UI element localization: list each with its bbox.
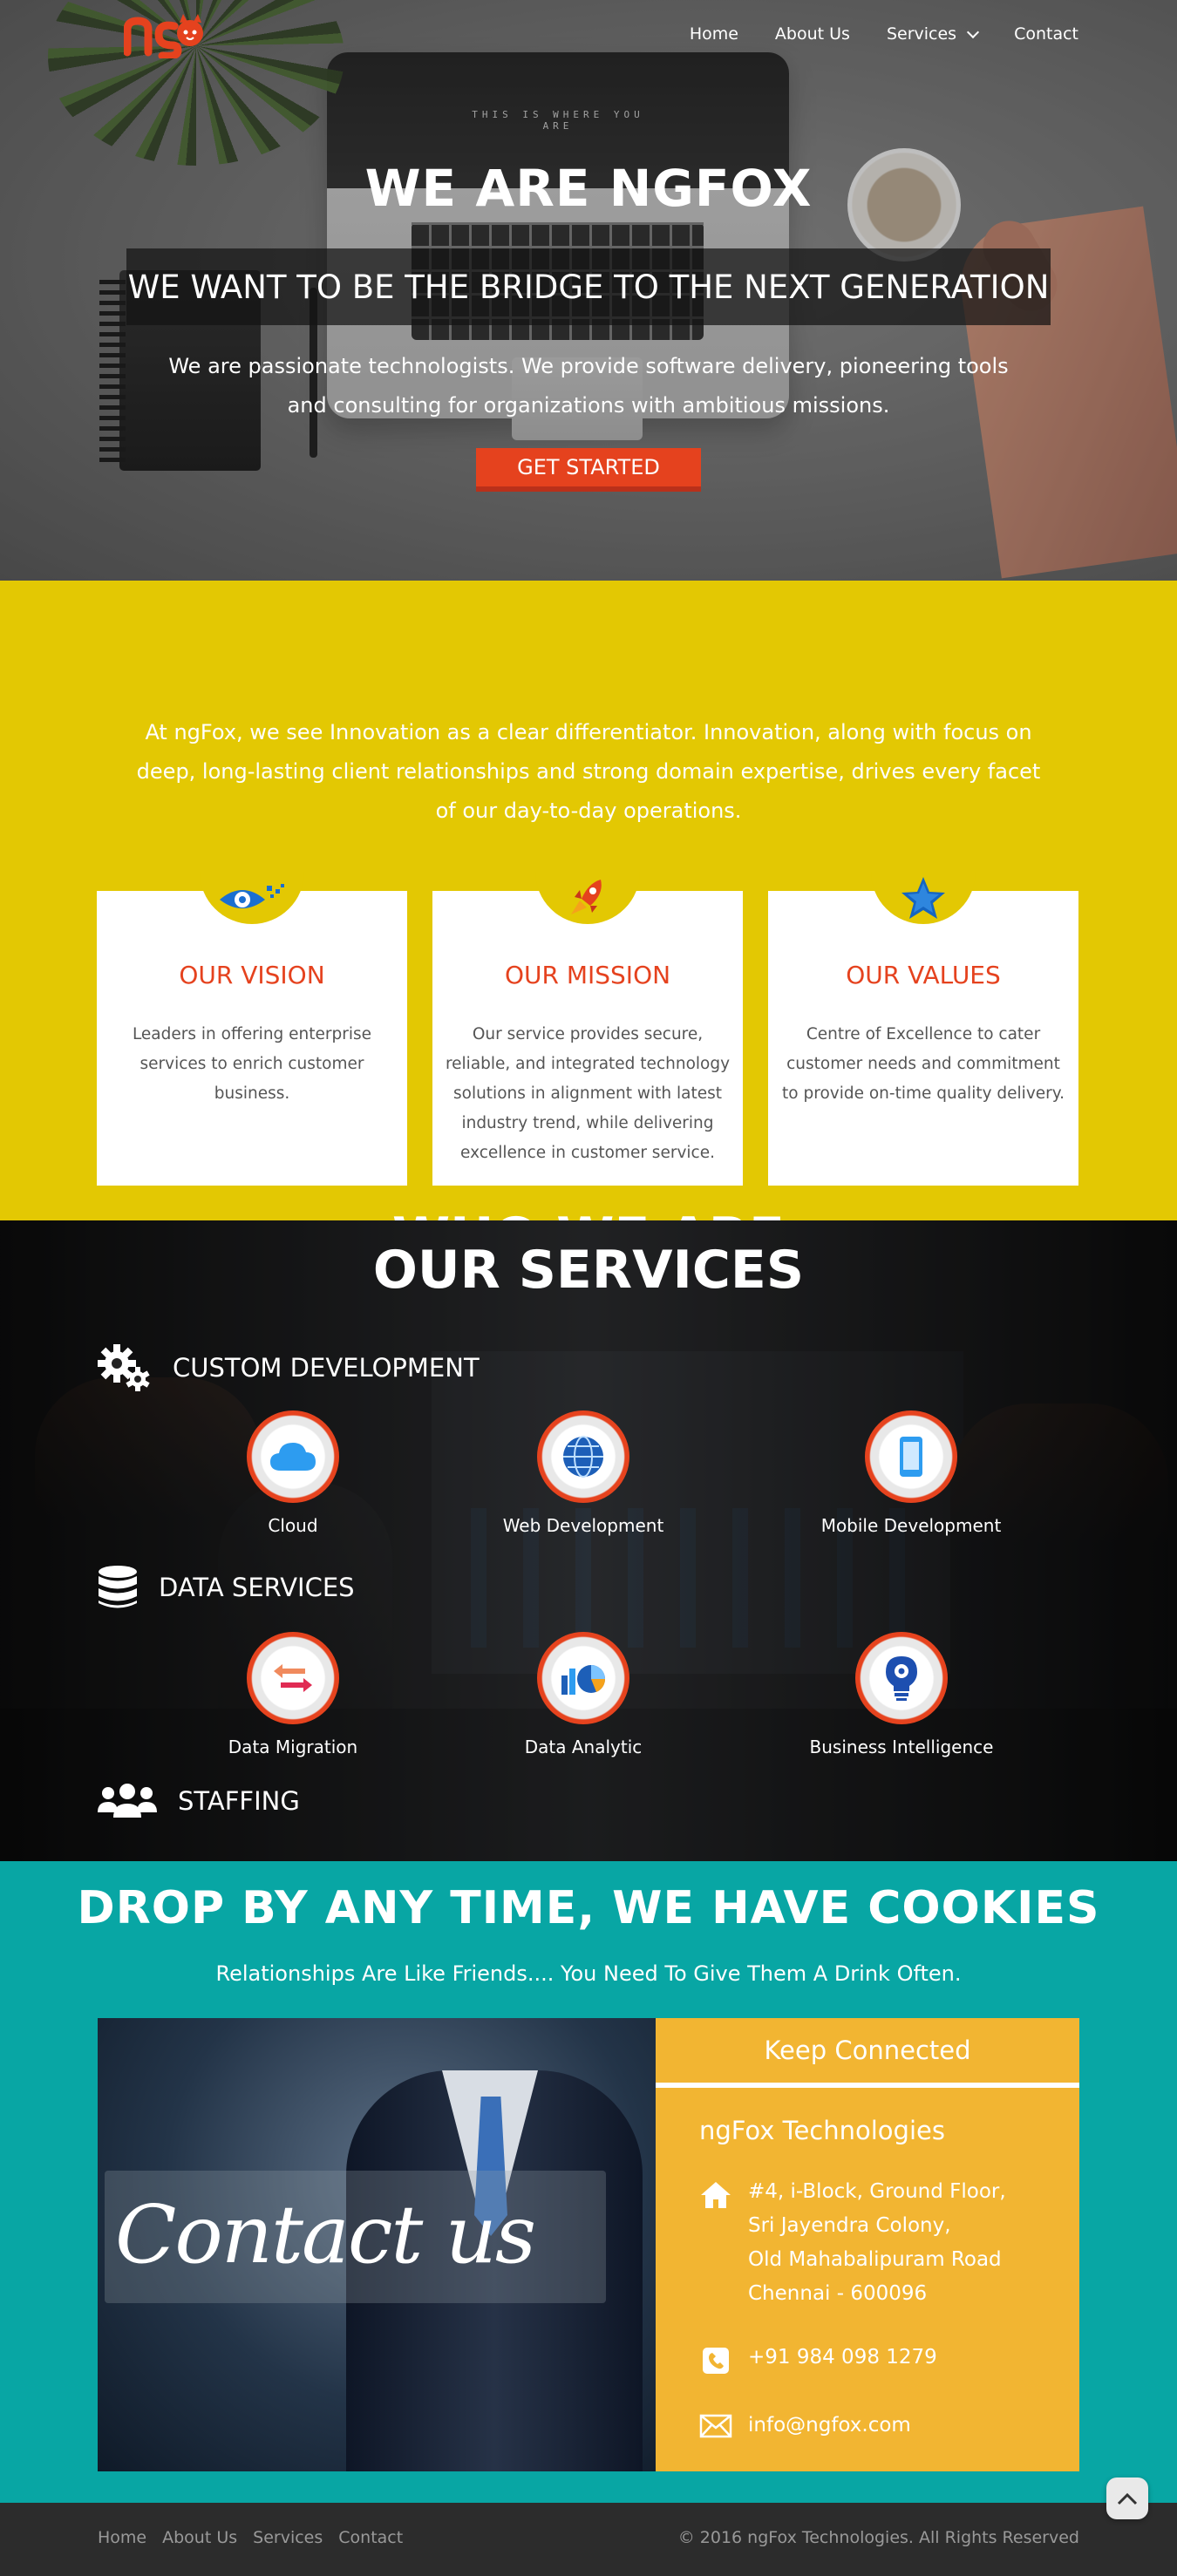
cloud-label: Cloud <box>268 1515 318 1536</box>
nav-services-label: Services <box>886 24 957 44</box>
service-business-intelligence[interactable]: Business Intelligence <box>797 1632 1006 1757</box>
star-icon <box>901 877 945 919</box>
eye-icon <box>220 884 284 908</box>
vision-card: OUR VISION Leaders in offering enterpris… <box>97 872 407 1186</box>
service-data-analytic[interactable]: Data Analytic <box>479 1632 688 1757</box>
company-name: ngFox Technologies <box>699 2116 945 2145</box>
hero-title: WE ARE NGFOX <box>364 159 813 218</box>
main-nav: Home About Us Services Contact <box>690 24 1078 44</box>
migration-arrows-icon <box>274 1664 312 1692</box>
address-line: Sri Jayendra Colony, <box>748 2214 951 2237</box>
nav-about-us[interactable]: About Us <box>775 24 850 44</box>
address-line: Chennai - 600096 <box>748 2282 928 2305</box>
hero-section: THIS IS WHERE YOU ARE Home About Us Serv… <box>0 0 1177 581</box>
address-text: #4, i-Block, Ground Floor, Sri Jayendra … <box>748 2175 1006 2311</box>
ngfox-logo[interactable] <box>124 10 215 58</box>
mobile-icon <box>900 1437 922 1477</box>
nav-home[interactable]: Home <box>690 24 738 44</box>
footer-nav: Home About Us Services Contact <box>98 2528 403 2547</box>
contact-section: DROP BY ANY TIME, WE HAVE COOKIES Relati… <box>0 1861 1177 2503</box>
address-row: #4, i-Block, Ground Floor, Sri Jayendra … <box>699 2175 1006 2311</box>
vision-title: OUR VISION <box>179 961 325 989</box>
phone-number[interactable]: +91 984 098 1279 <box>748 2341 937 2375</box>
service-data-migration[interactable]: Data Migration <box>188 1632 398 1757</box>
mobile-development-label: Mobile Development <box>820 1515 1002 1536</box>
mission-title: OUR MISSION <box>504 961 671 989</box>
footer: Home About Us Services Contact © 2016 ng… <box>0 2503 1177 2576</box>
home-icon <box>701 2182 731 2208</box>
business-intelligence-label: Business Intelligence <box>809 1737 994 1757</box>
gears-icon <box>98 1344 150 1391</box>
cloud-icon <box>270 1443 316 1471</box>
contact-us-image: Contact us <box>98 2018 656 2471</box>
mission-card: OUR MISSION Our service provides secure,… <box>432 872 743 1186</box>
chevron-down-icon <box>967 25 980 39</box>
footer-link-home[interactable]: Home <box>98 2528 146 2547</box>
scroll-to-top-button[interactable] <box>1106 2477 1148 2519</box>
data-migration-label: Data Migration <box>228 1737 358 1757</box>
footer-link-contact[interactable]: Contact <box>338 2528 403 2547</box>
nav-contact[interactable]: Contact <box>1014 24 1078 44</box>
keep-connected-panel: Keep Connected ngFox Technologies #4, i-… <box>656 2018 1079 2471</box>
database-icon <box>99 1566 137 1608</box>
footer-link-services[interactable]: Services <box>253 2528 323 2547</box>
service-web-development[interactable]: Web Development <box>479 1410 688 1536</box>
custom-development-label: CUSTOM DEVELOPMENT <box>173 1353 480 1383</box>
phone-row: +91 984 098 1279 <box>699 2341 937 2375</box>
footer-link-about-us[interactable]: About Us <box>162 2528 237 2547</box>
category-custom-development: CUSTOM DEVELOPMENT <box>96 1342 480 1393</box>
data-analytic-label: Data Analytic <box>524 1737 643 1757</box>
email-address[interactable]: info@ngfox.com <box>748 2409 911 2443</box>
staffing-label: STAFFING <box>178 1786 300 1816</box>
mission-text: Our service provides secure, reliable, a… <box>445 1025 731 1162</box>
category-staffing: STAFFING <box>96 1783 300 1819</box>
email-row: info@ngfox.com <box>699 2409 911 2443</box>
people-icon <box>98 1784 157 1818</box>
contact-us-image-text: Contact us <box>115 2188 536 2281</box>
copyright-text: © 2016 ngFox Technologies. All Rights Re… <box>677 2528 1079 2547</box>
mail-icon <box>699 2414 732 2438</box>
services-section: OUR SERVICES CUSTOM DEVELOPMENT Cloud We… <box>0 1220 1177 1861</box>
hero-description: We are passionate technologists. We prov… <box>168 354 1009 418</box>
services-title: OUR SERVICES <box>372 1240 805 1301</box>
rocket-icon <box>571 880 602 914</box>
who-we-are-description: At ngFox, we see Innovation as a clear d… <box>136 720 1041 823</box>
values-title: OUR VALUES <box>846 961 1001 989</box>
vision-text: Leaders in offering enterprise services … <box>132 1025 372 1103</box>
phone-icon <box>703 2348 729 2374</box>
service-cloud[interactable]: Cloud <box>188 1410 398 1536</box>
contact-subtitle: Relationships Are Like Friends.... You N… <box>215 1961 962 1986</box>
nav-services[interactable]: Services <box>886 24 980 44</box>
chevron-up-icon <box>1117 2492 1138 2505</box>
hero-tagline: WE WANT TO BE THE BRIDGE TO THE NEXT GEN… <box>126 248 1051 325</box>
data-services-label: DATA SERVICES <box>159 1573 355 1602</box>
values-text: Centre of Excellence to cater customer n… <box>782 1025 1065 1103</box>
bulb-gear-icon <box>886 1656 917 1701</box>
globe-icon <box>563 1436 603 1478</box>
values-card: OUR VALUES Centre of Excellence to cater… <box>768 872 1078 1186</box>
analytics-chart-icon <box>561 1665 606 1695</box>
contact-title: DROP BY ANY TIME, WE HAVE COOKIES <box>77 1882 1100 1934</box>
address-line: Old Mahabalipuram Road <box>748 2248 1002 2271</box>
get-started-button[interactable]: GET STARTED <box>476 448 701 492</box>
service-mobile-development[interactable]: Mobile Development <box>806 1410 1016 1536</box>
category-data-services: DATA SERVICES <box>96 1565 355 1610</box>
address-line: #4, i-Block, Ground Floor, <box>748 2180 1006 2203</box>
who-we-are-section: WHO WE ARE At ngFox, we see Innovation a… <box>0 581 1177 1268</box>
web-development-label: Web Development <box>502 1515 664 1536</box>
keep-connected-title: Keep Connected <box>656 2018 1079 2088</box>
